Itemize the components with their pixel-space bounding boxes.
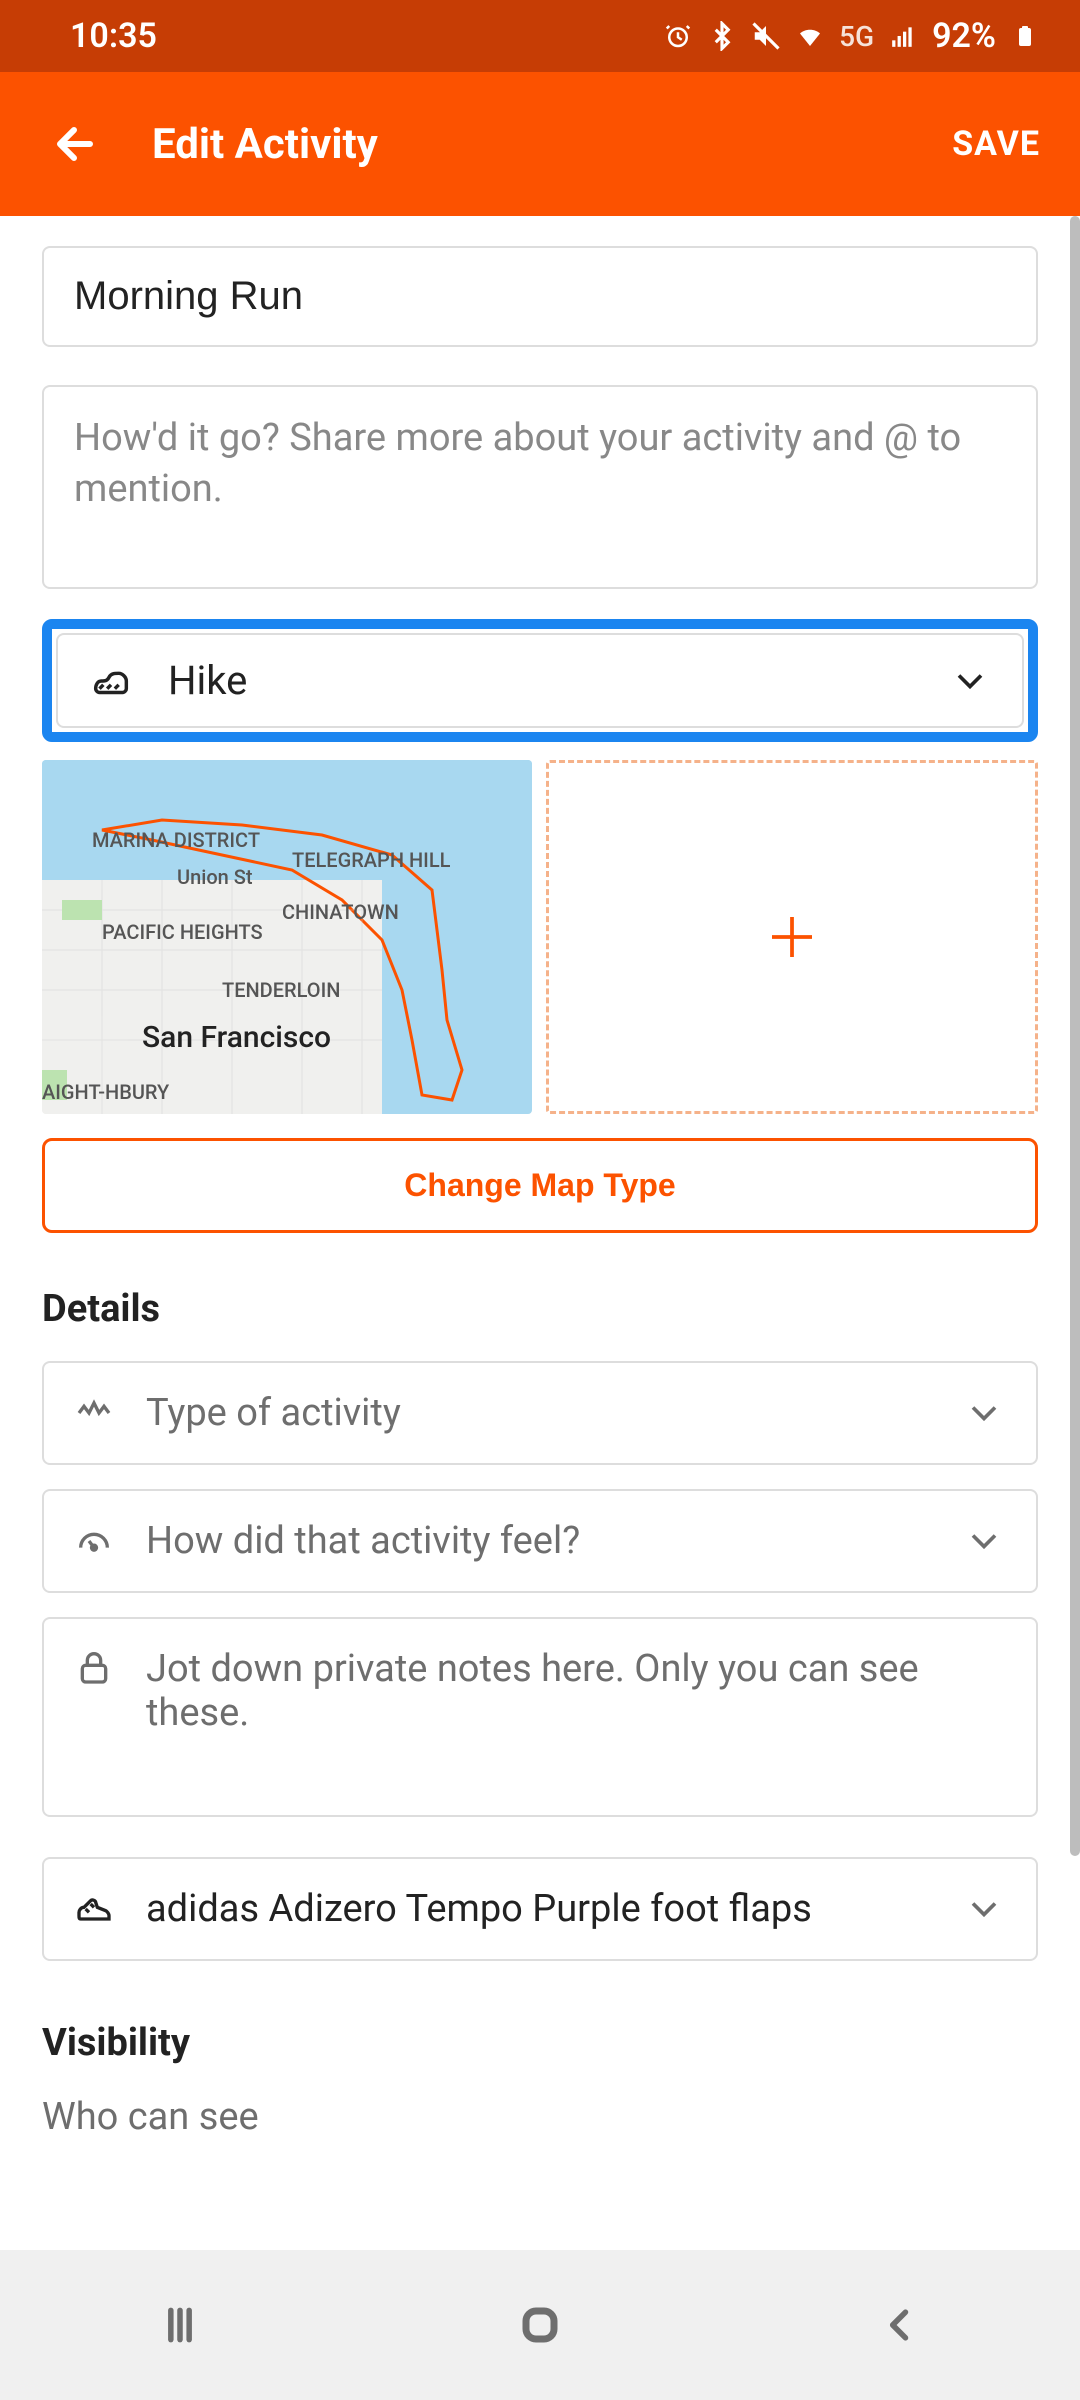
- scrollbar[interactable]: [1070, 216, 1080, 1856]
- map-label-city: San Francisco: [142, 1020, 331, 1055]
- home-icon: [516, 2301, 564, 2349]
- effort-gauge-icon: [74, 1521, 114, 1561]
- battery-percent: 92%: [932, 16, 996, 56]
- map-label-telegraph: TELEGRAPH HILL: [292, 848, 450, 872]
- activity-type-label: Hike: [168, 657, 948, 704]
- chevron-down-icon: [962, 1887, 1006, 1931]
- mute-icon: [751, 21, 781, 51]
- shoe-icon: [74, 1889, 114, 1929]
- nav-home-button[interactable]: [440, 2285, 640, 2365]
- chevron-down-icon: [962, 1391, 1006, 1435]
- chevron-down-icon: [948, 659, 992, 703]
- private-notes-input[interactable]: Jot down private notes here. Only you ca…: [42, 1617, 1038, 1817]
- status-time: 10:35: [70, 16, 157, 56]
- page-title: Edit Activity: [152, 120, 952, 169]
- media-row: MARINA DISTRICT Union St TELEGRAPH HILL …: [42, 760, 1038, 1114]
- type-of-activity-label: Type of activity: [146, 1391, 962, 1435]
- type-of-activity-selector[interactable]: Type of activity: [42, 1361, 1038, 1465]
- activity-type-selector[interactable]: Hike: [56, 633, 1024, 728]
- map-thumbnail[interactable]: MARINA DISTRICT Union St TELEGRAPH HILL …: [42, 760, 532, 1114]
- signal-icon: [888, 21, 918, 51]
- visibility-who-can-see: Who can see: [42, 2095, 1038, 2139]
- change-map-type-button[interactable]: Change Map Type: [42, 1138, 1038, 1233]
- gear-label: adidas Adizero Tempo Purple foot flaps: [146, 1887, 962, 1931]
- map-label-union: Union St: [177, 865, 253, 889]
- map-label-tenderloin: TENDERLOIN: [222, 978, 340, 1002]
- activity-description-input[interactable]: [42, 385, 1038, 589]
- activity-feel-selector[interactable]: How did that activity feel?: [42, 1489, 1038, 1593]
- recent-icon: [158, 2303, 202, 2347]
- status-icons: 5G 92%: [663, 16, 1040, 56]
- activity-icon: [74, 1393, 114, 1433]
- map-label-marina: MARINA DISTRICT: [92, 828, 260, 852]
- back-icon: [878, 2303, 922, 2347]
- network-type: 5G: [839, 20, 874, 53]
- activity-type-highlight: Hike: [42, 619, 1038, 742]
- wifi-icon: [795, 21, 825, 51]
- activity-title-input[interactable]: [42, 246, 1038, 347]
- details-section-title: Details: [42, 1287, 1038, 1331]
- alarm-icon: [663, 21, 693, 51]
- hike-icon: [88, 658, 134, 704]
- lock-icon: [74, 1647, 114, 1687]
- status-bar: 10:35 5G 92%: [0, 0, 1080, 72]
- system-nav-bar: [0, 2250, 1080, 2400]
- private-notes-placeholder: Jot down private notes here. Only you ca…: [146, 1647, 1006, 1735]
- add-media-button[interactable]: [546, 760, 1038, 1114]
- nav-recent-button[interactable]: [80, 2285, 280, 2365]
- content-scroll[interactable]: Hike MARINA DISTRICT Union St TELE: [0, 216, 1080, 2250]
- gear-selector[interactable]: adidas Adizero Tempo Purple foot flaps: [42, 1857, 1038, 1961]
- visibility-section-title: Visibility: [42, 2021, 1038, 2065]
- back-button[interactable]: [40, 108, 112, 180]
- map-label-haight: AIGHT-HBURY: [42, 1080, 169, 1104]
- battery-icon: [1010, 21, 1040, 51]
- map-label-pacific: PACIFIC HEIGHTS: [102, 920, 263, 944]
- save-button[interactable]: SAVE: [952, 124, 1040, 164]
- map-label-chinatown: CHINATOWN: [282, 900, 399, 924]
- plus-icon: [762, 907, 822, 967]
- nav-back-button[interactable]: [800, 2285, 1000, 2365]
- bluetooth-icon: [707, 21, 737, 51]
- app-bar: Edit Activity SAVE: [0, 72, 1080, 216]
- activity-feel-label: How did that activity feel?: [146, 1519, 962, 1563]
- chevron-down-icon: [962, 1519, 1006, 1563]
- back-arrow-icon: [52, 120, 100, 168]
